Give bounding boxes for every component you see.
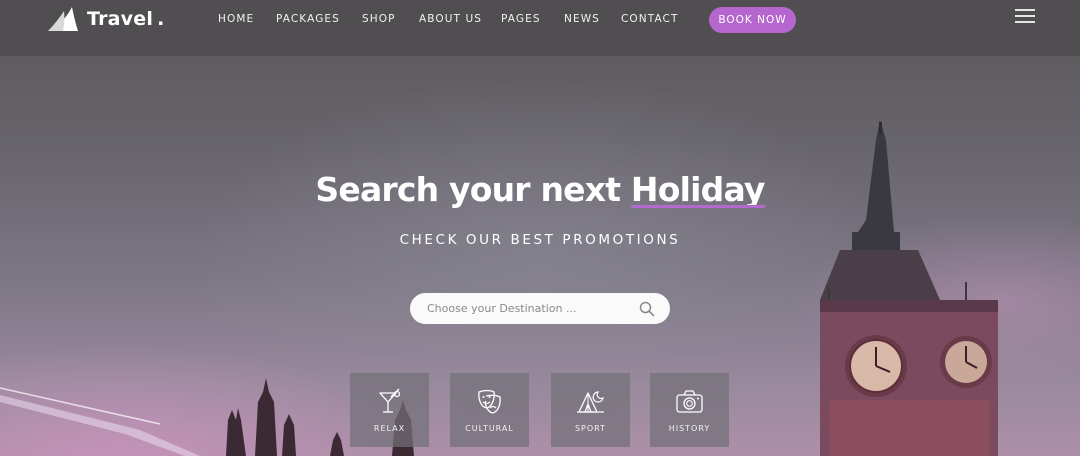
category-label: HISTORY (668, 424, 711, 433)
camera-icon (676, 390, 703, 413)
book-now-button[interactable]: BOOK NOW (709, 7, 796, 33)
destination-search (410, 293, 670, 324)
hero-subtitle: CHECK OUR BEST PROMOTIONS (399, 232, 681, 248)
hero-title-prefix: Search your next (315, 170, 621, 209)
theater-masks-icon (478, 389, 501, 414)
nav-item-contact[interactable]: CONTACT (621, 13, 679, 25)
category-label: RELAX (373, 424, 406, 433)
nav-item-shop[interactable]: SHOP (362, 13, 396, 25)
category-tile-relax[interactable]: RELAX (350, 373, 429, 447)
main-menu: HOME PACKAGES SHOP ABOUT US PAGES NEWS C… (0, 13, 1080, 27)
camping-tent-icon (577, 391, 604, 413)
destination-search-input[interactable] (427, 293, 637, 324)
nav-item-packages[interactable]: PACKAGES (276, 13, 340, 25)
hero-section: Travel . HOME PACKAGES SHOP ABOUT US PAG… (0, 0, 1080, 456)
category-tiles: RELAX CULTURAL SPORT HISTORY (350, 373, 730, 447)
hamburger-menu-icon[interactable] (1015, 9, 1035, 25)
nav-item-home[interactable]: HOME (218, 13, 254, 25)
nav-item-news[interactable]: NEWS (564, 13, 600, 25)
category-tile-sport[interactable]: SPORT (551, 373, 630, 447)
top-navbar: Travel . HOME PACKAGES SHOP ABOUT US PAG… (0, 0, 1080, 56)
cocktail-icon (379, 388, 401, 413)
nav-item-about-us[interactable]: ABOUT US (419, 13, 482, 25)
search-icon[interactable] (639, 301, 655, 317)
hero-title: Search your next Holiday (0, 170, 1080, 209)
hero-title-highlight: Holiday (630, 170, 766, 209)
category-tile-cultural[interactable]: CULTURAL (450, 373, 529, 447)
category-label: CULTURAL (465, 424, 514, 433)
nav-item-pages[interactable]: PAGES (501, 13, 541, 25)
highlight-underline (630, 205, 765, 208)
category-label: SPORT (574, 424, 607, 433)
hero-title-highlight-text: Holiday (630, 170, 766, 209)
category-tile-history[interactable]: HISTORY (650, 373, 729, 447)
